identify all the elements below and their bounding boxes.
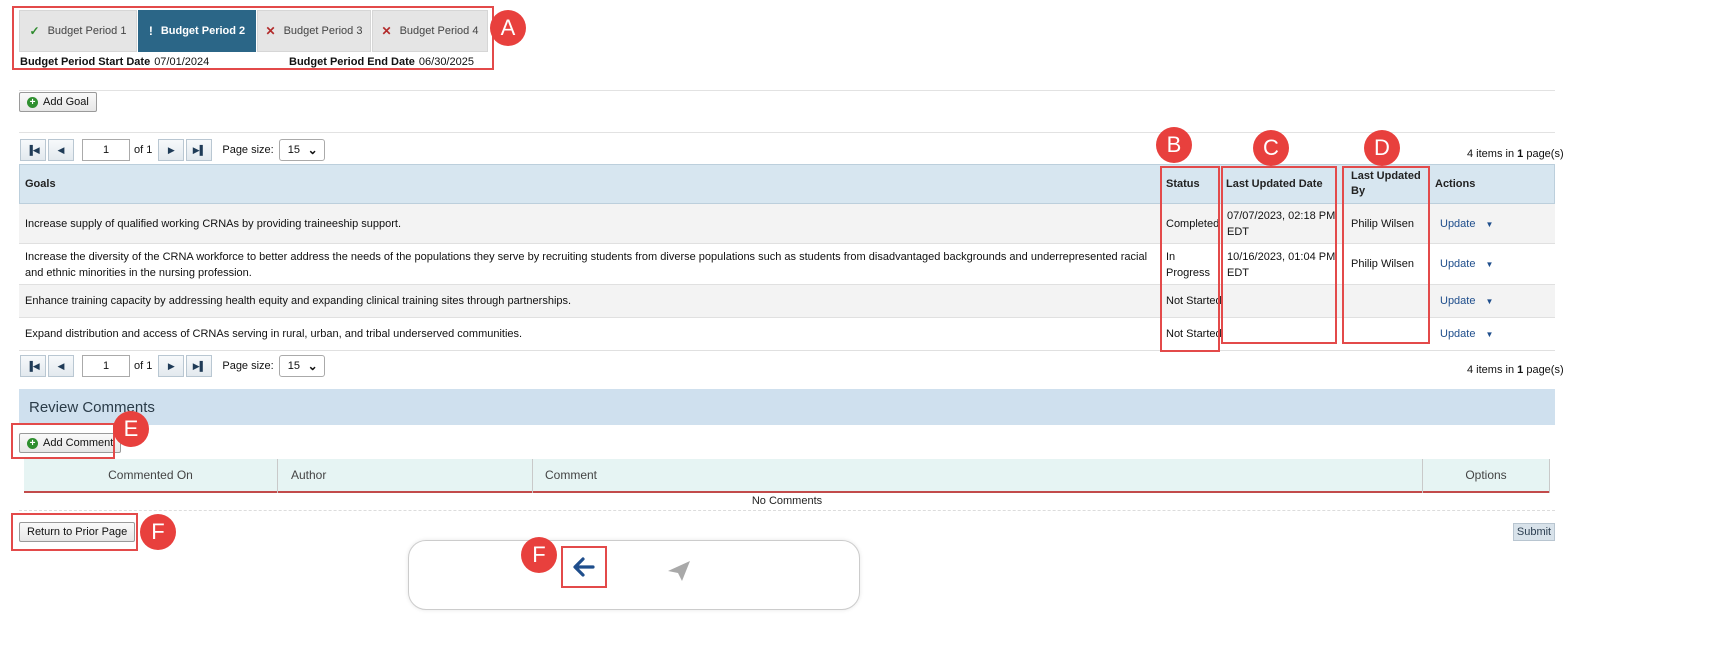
review-comments-header: Review Comments	[19, 389, 1555, 425]
last-page-button[interactable]: ▶▌	[186, 355, 213, 377]
add-goal-button[interactable]: + Add Goal	[19, 92, 97, 112]
caret-down-icon[interactable]: ▼	[1485, 330, 1493, 339]
update-action[interactable]: Update ▼	[1440, 293, 1493, 310]
update-link[interactable]: Update	[1440, 328, 1475, 340]
first-page-button[interactable]: ▐◀	[20, 355, 46, 377]
next-page-button[interactable]: ▶	[158, 139, 185, 161]
prev-page-button[interactable]: ◀	[48, 139, 74, 161]
divider	[19, 90, 1555, 91]
pager-info-suffix: page(s)	[1526, 364, 1564, 376]
commented-on-label: Commented On	[108, 468, 193, 482]
caret-down-icon[interactable]: ▼	[1485, 260, 1493, 269]
author-label: Author	[291, 468, 327, 482]
pager-bottom: ▐◀ ◀ 1 of 1 ▶ ▶▌ Page size: 15 ⌄	[20, 354, 325, 378]
col-comment[interactable]: Comment	[532, 459, 1422, 493]
divider	[19, 132, 1555, 133]
pager-info-pages: 1	[1517, 364, 1524, 376]
goal-text: Expand distribution and access of CRNAs …	[25, 328, 523, 340]
pager-info-suffix: page(s)	[1526, 148, 1564, 160]
page-number-input[interactable]: 1	[82, 139, 130, 161]
goal-text: Increase the diversity of the CRNA workf…	[25, 251, 1148, 279]
goal-text: Increase supply of qualified working CRN…	[25, 218, 402, 230]
pager-info-pages: 1	[1517, 148, 1524, 160]
next-page-button[interactable]: ▶	[158, 355, 185, 377]
pager-top: ▐◀ ◀ 1 of 1 ▶ ▶▌ Page size: 15 ⌄	[20, 138, 325, 162]
page-size-select[interactable]: 15 ⌄	[278, 139, 325, 161]
callout-badge-f-back: F	[521, 537, 557, 573]
divider	[19, 510, 1555, 511]
callout-box-a	[12, 6, 494, 70]
page-of-text: of 1	[134, 144, 153, 156]
chevron-down-icon: ⌄	[307, 143, 318, 157]
divider	[1422, 459, 1423, 493]
page-size-value: 15	[287, 144, 300, 156]
caret-down-icon[interactable]: ▼	[1485, 297, 1493, 306]
callout-box-b	[1160, 166, 1220, 352]
page-number-input[interactable]: 1	[82, 355, 130, 377]
callout-box-d	[1342, 166, 1430, 344]
update-action[interactable]: Update ▼	[1440, 216, 1493, 233]
update-link[interactable]: Update	[1440, 258, 1475, 270]
callout-badge-f-return: F	[140, 514, 176, 550]
page-size-select[interactable]: 15 ⌄	[278, 355, 325, 377]
divider	[277, 459, 278, 493]
callout-box-f-return	[11, 513, 138, 551]
plus-icon: +	[27, 96, 38, 108]
callout-badge-d: D	[1364, 130, 1400, 166]
bottom-toolbar	[408, 540, 860, 610]
options-label: Options	[1465, 468, 1507, 482]
no-comments-text: No Comments	[751, 495, 823, 507]
prev-page-button[interactable]: ◀	[48, 355, 74, 377]
chevron-down-icon: ⌄	[307, 359, 318, 373]
callout-badge-c: C	[1253, 130, 1289, 166]
comment-label: Comment	[545, 468, 598, 482]
update-action[interactable]: Update ▼	[1440, 256, 1493, 273]
update-link[interactable]: Update	[1440, 295, 1475, 307]
last-page-button[interactable]: ▶▌	[186, 139, 213, 161]
pager-info-prefix: 4 items in	[1467, 148, 1515, 160]
update-action[interactable]: Update ▼	[1440, 326, 1493, 343]
callout-badge-a: A	[490, 10, 526, 46]
page-of-text: of 1	[134, 360, 153, 372]
first-page-button[interactable]: ▐◀	[20, 139, 46, 161]
pager-info-top: 4 items in 1 page(s)	[1467, 148, 1564, 160]
col-actions: Actions	[1435, 178, 1476, 190]
pager-info-prefix: 4 items in	[1467, 364, 1515, 376]
page-size-label: Page size:	[222, 144, 274, 156]
caret-down-icon[interactable]: ▼	[1485, 220, 1493, 229]
page-size-value: 15	[287, 360, 300, 372]
update-link[interactable]: Update	[1440, 218, 1475, 230]
page-size-label: Page size:	[222, 360, 274, 372]
divider	[1549, 459, 1550, 493]
col-author[interactable]: Author	[277, 459, 532, 493]
col-options: Options	[1422, 459, 1550, 493]
divider	[532, 459, 533, 493]
back-arrow-icon[interactable]	[571, 554, 597, 583]
callout-badge-e: E	[113, 411, 149, 447]
callout-badge-b: B	[1156, 127, 1192, 163]
submit-button[interactable]: Submit	[1513, 523, 1555, 541]
callout-box-c	[1221, 166, 1337, 344]
add-goal-label: Add Goal	[43, 96, 89, 108]
col-goals[interactable]: Goals	[25, 164, 56, 204]
send-icon[interactable]	[666, 559, 692, 586]
callout-box-e	[11, 423, 115, 459]
col-commented-on[interactable]: Commented On	[24, 459, 277, 493]
goal-text: Enhance training capacity by addressing …	[25, 295, 572, 307]
pager-info-bottom: 4 items in 1 page(s)	[1467, 364, 1564, 376]
